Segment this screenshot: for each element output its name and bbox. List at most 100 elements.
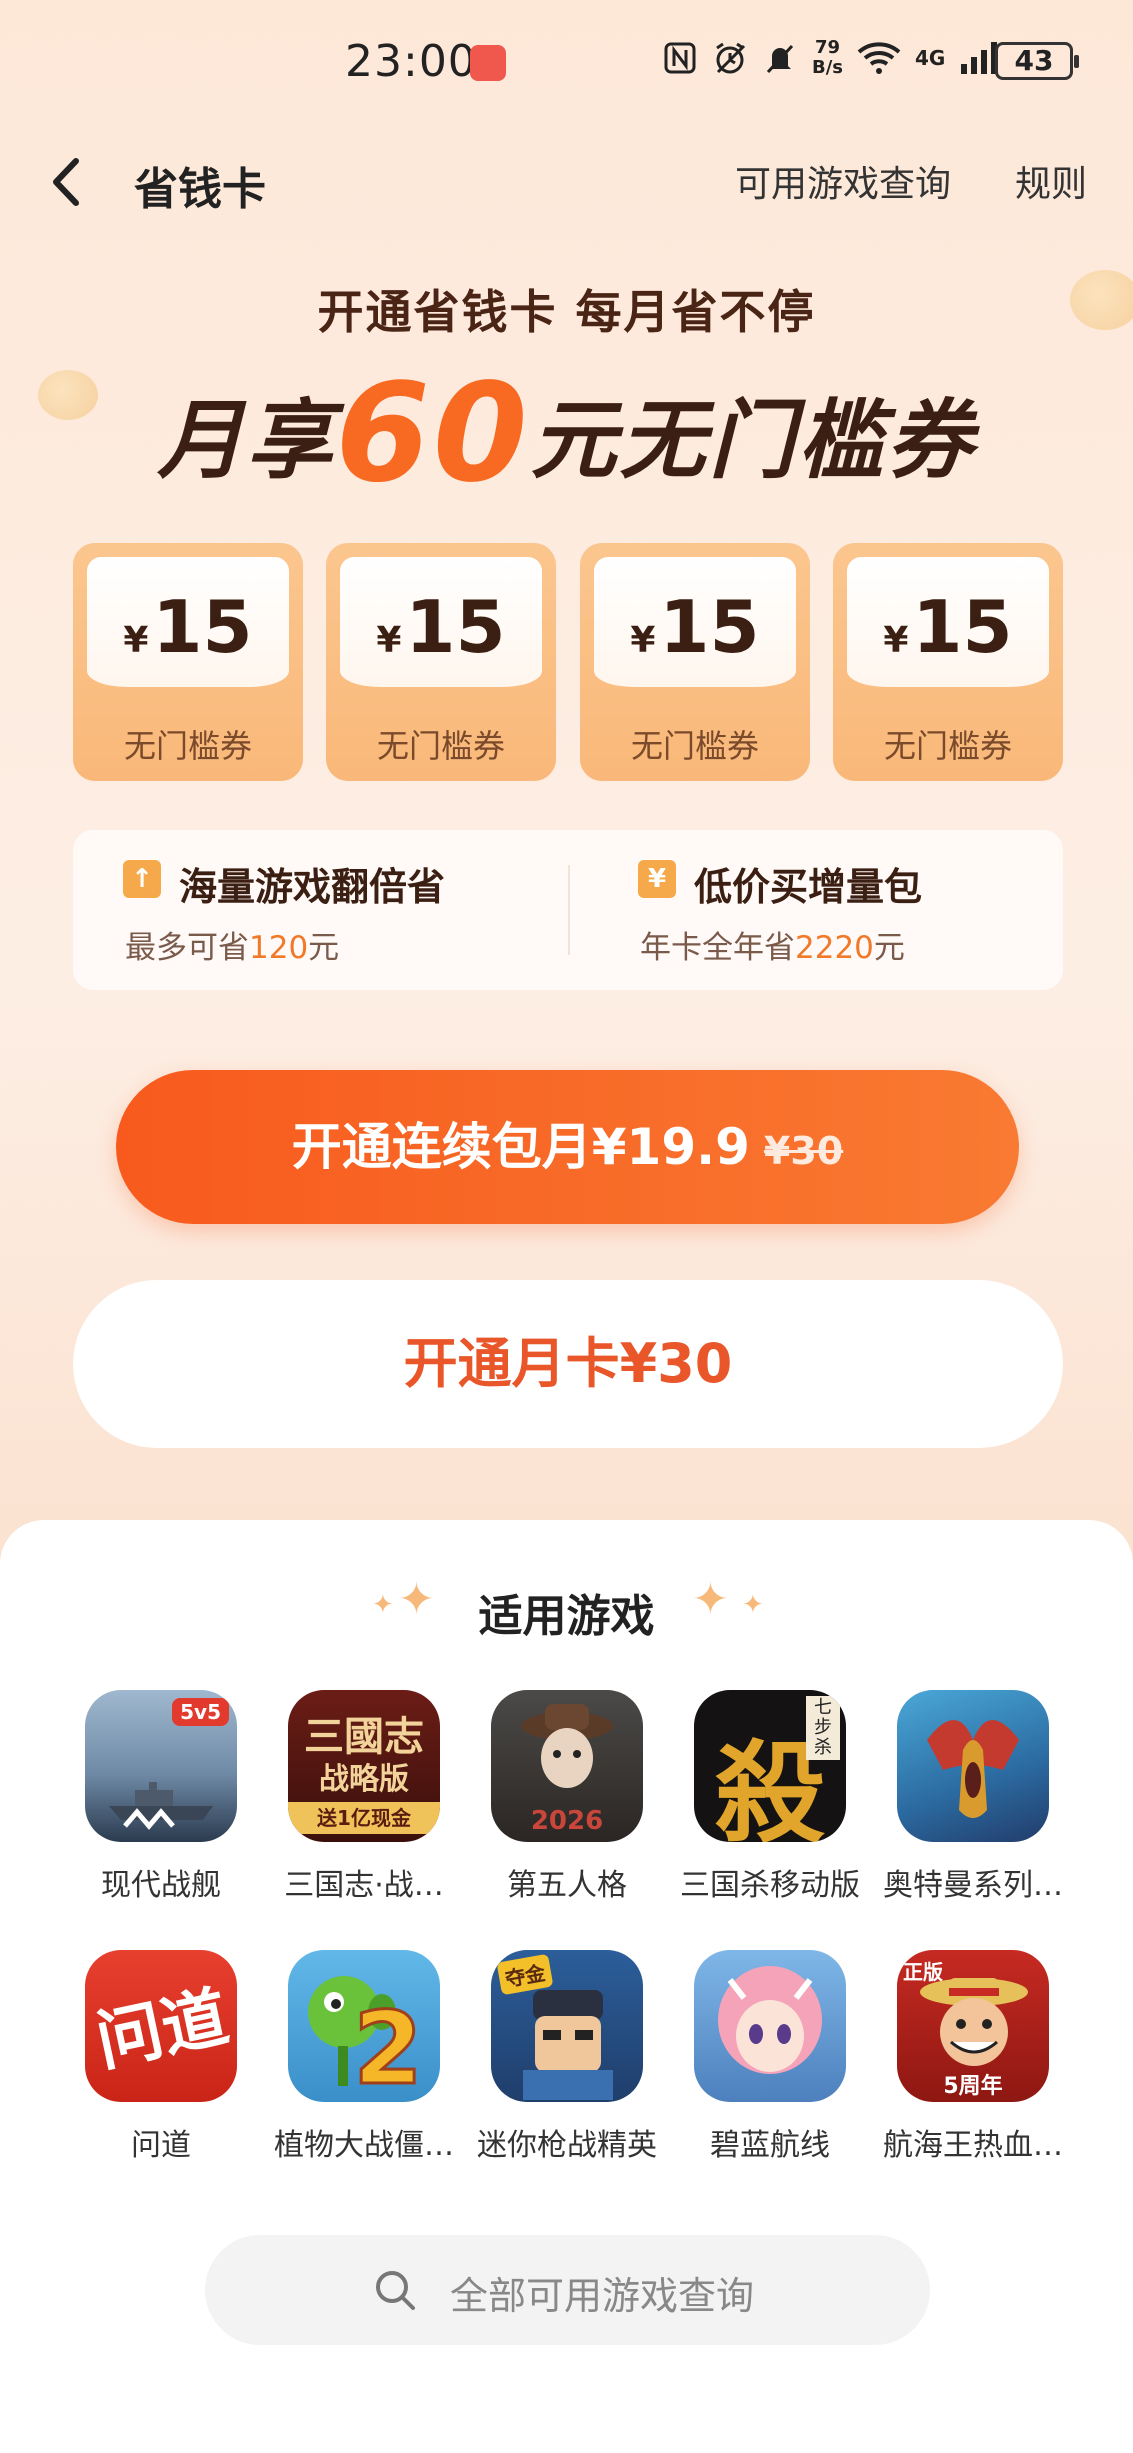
- all-games-search-button[interactable]: 全部可用游戏查询: [205, 2235, 930, 2345]
- games-section: ✦ ✦ 适用游戏 ✦ ✦ 5v5 现代战舰 三國志 战略版 送1亿现金 三国志·…: [0, 1520, 1133, 2453]
- coupon-face: ¥15: [87, 557, 289, 687]
- game-icon-ultraman: [897, 1690, 1049, 1842]
- status-bar: 23:00 79 B/s 4G 43: [0, 0, 1133, 125]
- currency-symbol: ¥: [376, 620, 402, 661]
- subscribe-monthly-card-button[interactable]: 开通月卡¥30: [73, 1280, 1063, 1448]
- hero-suffix: 元无门槛券: [530, 391, 976, 491]
- game-item[interactable]: 问道 问道: [66, 1950, 256, 2164]
- coupon-amount: ¥15: [594, 591, 796, 663]
- coupon-value: 15: [405, 585, 506, 669]
- game-name: 三国志·战…: [284, 1868, 444, 1903]
- net-speed-unit: B/s: [812, 57, 844, 78]
- available-games-query-link[interactable]: 可用游戏查询: [735, 155, 951, 207]
- game-name: 现代战舰: [101, 1868, 221, 1903]
- hero-prefix: 月享: [157, 391, 336, 491]
- battery-indicator: 43: [995, 42, 1079, 80]
- benefit-title: 低价买增量包: [694, 865, 923, 909]
- mute-icon: [766, 44, 794, 74]
- game-icon-azur-lane: [694, 1950, 846, 2102]
- game-art-number: 2: [352, 1989, 425, 2103]
- game-icon-mini-gun-elite: 夺金: [491, 1950, 643, 2102]
- hero-subtitle: 开通省钱卡 每月省不停: [317, 285, 816, 339]
- game-art-subtitle: 战略版: [319, 1762, 409, 1797]
- notification-app-icon: [470, 45, 506, 81]
- game-icon-sanguozhi: 三國志 战略版 送1亿现金: [288, 1690, 440, 1842]
- game-name: 奥特曼系列…: [883, 1868, 1063, 1903]
- coupon-value: 15: [152, 585, 253, 669]
- coupon-label: 无门槛券: [376, 727, 505, 765]
- game-item[interactable]: 5v5 现代战舰: [66, 1690, 256, 1904]
- benefit-desc: 年卡全年省2220元: [640, 922, 905, 967]
- game-item[interactable]: 2026 第五人格: [472, 1690, 662, 1904]
- coupon-card: ¥15 无门槛券: [326, 543, 556, 781]
- game-item[interactable]: 正版 5周年 航海王热血…: [878, 1950, 1068, 2164]
- net-speed: 79 B/s: [812, 38, 843, 78]
- coupon-value: 15: [659, 585, 760, 669]
- game-item[interactable]: 夺金 迷你枪战精英: [472, 1950, 662, 2164]
- benefit-title: 海量游戏翻倍省: [179, 865, 446, 909]
- game-name: 第五人格: [507, 1868, 627, 1903]
- game-name: 航海王热血…: [883, 2128, 1063, 2163]
- status-icons: 79 B/s 4G: [662, 38, 999, 78]
- currency-symbol: ¥: [630, 620, 656, 661]
- sparkle-icon: ✦: [742, 1590, 764, 1620]
- benefit-desc-unit: 元: [873, 930, 905, 966]
- benefit-desc-amount: 2220: [795, 930, 874, 966]
- nfc-icon: [664, 42, 696, 74]
- coupon-row: ¥15 无门槛券 ¥15 无门槛券 ¥15 无门槛券 ¥15 无门槛券: [73, 543, 1063, 781]
- game-name: 问道: [131, 2128, 191, 2163]
- warship-art: [109, 1782, 213, 1830]
- game-item[interactable]: 殺 七步杀 三国杀移动版: [675, 1690, 865, 1904]
- game-item[interactable]: 2 植物大战僵…: [269, 1950, 459, 2164]
- coupon-card: ¥15 无门槛券: [73, 543, 303, 781]
- hero-headline: 月享60元无门槛券: [0, 355, 1133, 513]
- coupon-label: 无门槛券: [883, 727, 1012, 765]
- signal-icon: [961, 42, 998, 74]
- monster-art: [927, 1720, 1019, 1818]
- page-title: 省钱卡: [134, 164, 266, 215]
- game-art-banner: 送1亿现金: [288, 1802, 440, 1834]
- divider: [568, 865, 570, 955]
- chevron-left-icon[interactable]: [40, 147, 100, 217]
- character-art: [521, 1704, 613, 1788]
- status-time: 23:00: [345, 36, 477, 87]
- net-speed-value: 79: [814, 37, 841, 58]
- coupon-amount: ¥15: [847, 591, 1049, 663]
- hero-amount: 60: [335, 355, 531, 513]
- game-art-anniversary: 5周年: [943, 2074, 1003, 2099]
- benefit-desc-text: 年卡全年省: [640, 930, 795, 966]
- sparkle-icon: ✦: [692, 1574, 729, 1625]
- rules-link[interactable]: 规则: [1015, 155, 1087, 207]
- coupon-amount: ¥15: [87, 591, 289, 663]
- anime-girl-art: [718, 1966, 822, 2074]
- game-item[interactable]: 奥特曼系列…: [878, 1690, 1068, 1904]
- game-art-title: 问道: [89, 1977, 235, 2081]
- primary-button-label: 开通连续包月¥19.9: [291, 1118, 750, 1176]
- currency-symbol: ¥: [123, 620, 149, 661]
- game-item[interactable]: 碧蓝航线: [675, 1950, 865, 2164]
- game-name: 植物大战僵…: [274, 2128, 454, 2163]
- coupon-card: ¥15 无门槛券: [580, 543, 810, 781]
- network-type: 4G: [915, 46, 946, 70]
- game-icon-sanguosha: 殺 七步杀: [694, 1690, 846, 1842]
- game-icon-identity-v: 2026: [491, 1690, 643, 1842]
- coupon-label: 无门槛券: [630, 727, 759, 765]
- game-icon-pvz2: 2: [288, 1950, 440, 2102]
- game-name: 三国杀移动版: [680, 1868, 860, 1903]
- coupon-amount: ¥15: [340, 591, 542, 663]
- coupon-face: ¥15: [340, 557, 542, 687]
- game-item[interactable]: 三國志 战略版 送1亿现金 三国志·战…: [269, 1690, 459, 1904]
- arrow-up-icon: ↑: [123, 860, 161, 898]
- benefit-desc-text: 最多可省: [125, 930, 249, 966]
- soldier-art: [523, 1990, 613, 2100]
- game-icon-one-piece: 正版 5周年: [897, 1950, 1049, 2102]
- coupon-value: 15: [912, 585, 1013, 669]
- original-price: ¥30: [763, 1129, 844, 1173]
- coupon-label: 无门槛券: [123, 727, 252, 765]
- luffy-art: [920, 1978, 1028, 2066]
- benefits-card: ↑ 海量游戏翻倍省 最多可省120元 ¥ 低价买增量包 年卡全年省2220元: [73, 830, 1063, 990]
- yuan-down-icon: ¥: [638, 860, 676, 898]
- alarm-icon: [716, 42, 746, 74]
- search-icon: [376, 2271, 415, 2310]
- subscribe-monthly-auto-button[interactable]: 开通连续包月¥19.9 ¥30: [116, 1070, 1019, 1224]
